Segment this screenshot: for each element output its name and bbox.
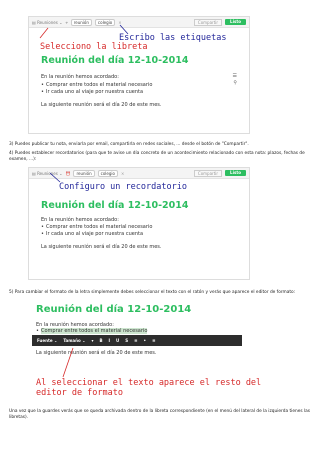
note-closing: La siguiente reunión será el día 20 de e… <box>41 102 162 108</box>
align-icon[interactable]: ≡ <box>134 338 137 343</box>
note-bullet-selected: Comprar entre todos el material necesari… <box>36 328 148 334</box>
paragraph-reminder: 4) Puedes establecer recordatorios (para… <box>9 151 305 162</box>
annotation-arrow <box>62 347 74 378</box>
bullet-list-icon[interactable]: • <box>144 338 147 343</box>
annotation-arrow <box>39 24 129 39</box>
strikethrough-icon[interactable]: S <box>125 338 128 343</box>
annotation-format-2: editor de formato <box>36 388 123 398</box>
note-bullet: Comprar entre todos el material necesari… <box>41 82 152 88</box>
indent-icon[interactable]: ≡ <box>152 338 155 343</box>
annotation-arrow <box>49 172 61 183</box>
paragraph-archive: Una vez que la guardes verás que se qued… <box>9 409 311 420</box>
font-selector[interactable]: Fuente ⌄ <box>37 338 57 343</box>
bold-icon[interactable]: B <box>99 338 102 343</box>
color-icon[interactable]: ▾ <box>91 338 93 343</box>
list-icon[interactable]: ☰ <box>233 73 237 79</box>
note-title: Reunión del día 12-10-2014 <box>41 55 189 66</box>
note-intro: En la reunión hemos acordado: <box>41 217 119 223</box>
note-intro: En la reunión hemos acordado: <box>41 74 119 80</box>
attachment-icon[interactable]: ⚲ <box>233 80 237 86</box>
note-title: Reunión del día 12-10-2014 <box>36 304 192 315</box>
paragraph-format: 5) Para cambiar el formato de la letra s… <box>9 290 296 295</box>
note-bullet: Ir cada uno al viaje por nuestra cuenta <box>41 231 143 237</box>
underline-icon[interactable]: U <box>116 338 119 343</box>
note-bullet: Ir cada uno al viaje por nuestra cuenta <box>41 89 143 95</box>
note-closing: La siguiente reunión será el día 20 de e… <box>41 244 162 250</box>
italic-icon[interactable]: I <box>109 338 111 343</box>
note-title: Reunión del día 12-10-2014 <box>41 200 189 211</box>
note-bullet: Comprar entre todos el material necesari… <box>41 224 152 230</box>
paragraph-share: 3) Puedes publicar tu nota, enviarla por… <box>9 142 249 147</box>
size-selector[interactable]: Tamaño ⌄ <box>63 338 85 343</box>
